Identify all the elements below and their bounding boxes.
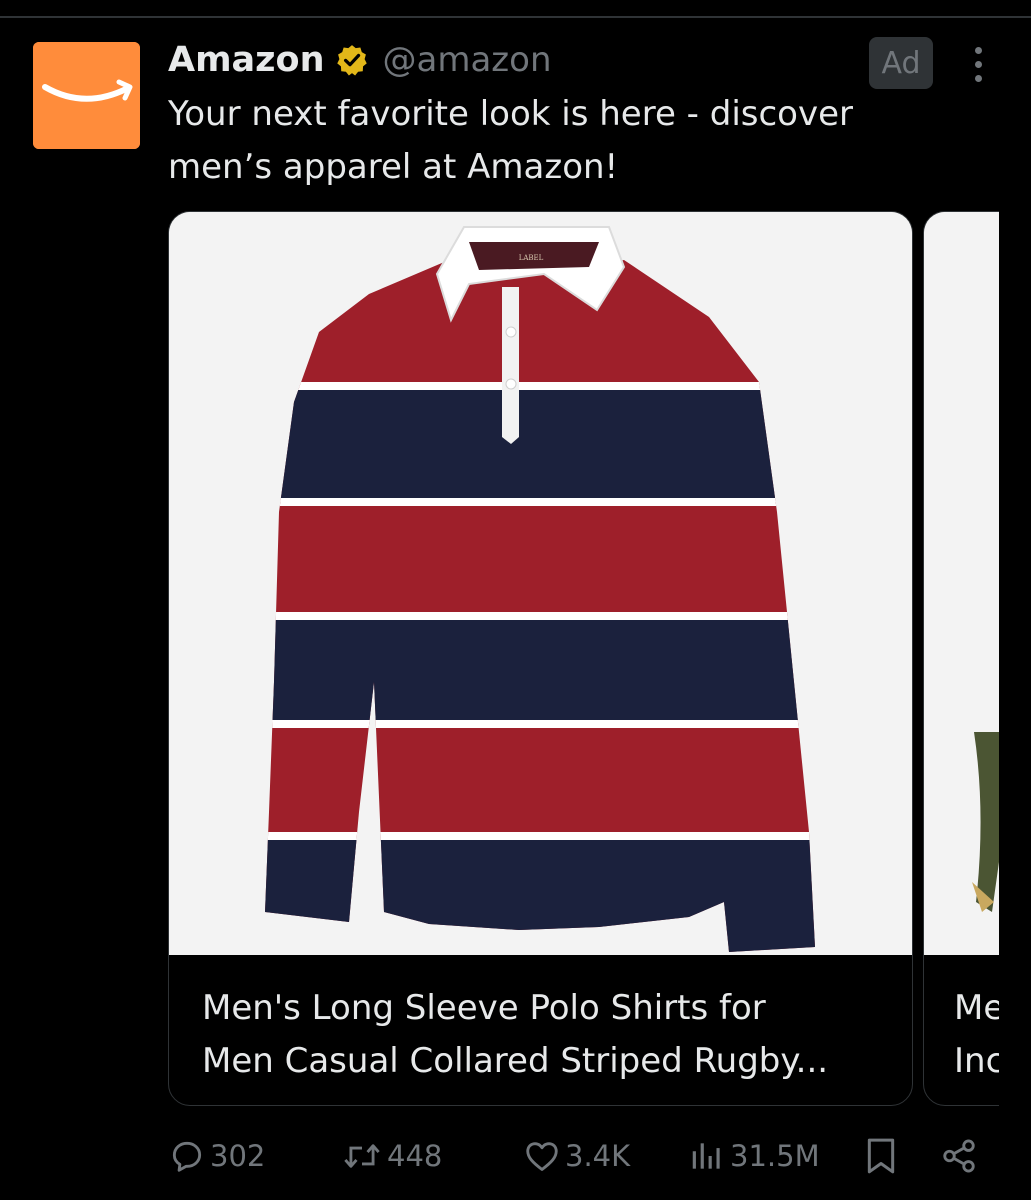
post-header: Amazon @amazon [168, 36, 552, 84]
reply-icon [172, 1141, 202, 1172]
product-card[interactable]: LABEL Men's Long Sleeve Polo Shirts for … [168, 211, 913, 1106]
post-text-line: men’s apparel at Amazon! [168, 147, 619, 187]
post-text: Your next favorite look is here - discov… [168, 88, 968, 194]
like-icon [526, 1142, 558, 1171]
reply-button[interactable]: 302 [168, 1124, 265, 1188]
top-divider [0, 16, 1031, 18]
more-dot-icon [974, 46, 982, 54]
views-icon [692, 1143, 720, 1169]
amazon-smile-logo-icon [33, 42, 140, 149]
product-title-line: Men's Long Sleeve Polo Shirts for [202, 988, 766, 1028]
product-title-line: Men Casual Collared Striped Rugby... [202, 1041, 829, 1081]
svg-text:LABEL: LABEL [519, 254, 544, 262]
like-button[interactable]: 3.4K [523, 1124, 630, 1188]
reply-count: 302 [210, 1139, 266, 1173]
post-actions: 302 448 3.4K 31.5M [0, 1124, 1031, 1188]
post-text-line: Your next favorite look is here - discov… [168, 94, 853, 134]
views-count: 31.5M [730, 1139, 820, 1173]
repost-button[interactable]: 448 [341, 1124, 442, 1188]
views-button[interactable]: 31.5M [688, 1124, 820, 1188]
share-icon [943, 1139, 975, 1173]
striped-polo-shirt-image: LABEL [169, 212, 912, 955]
bookmark-button[interactable] [864, 1124, 898, 1188]
like-count: 3.4K [565, 1139, 631, 1173]
more-dot-icon [974, 74, 982, 82]
verified-badge-icon[interactable] [335, 43, 369, 77]
author-display-name[interactable]: Amazon [168, 40, 325, 80]
carousel-edge [999, 211, 1031, 1106]
more-dot-icon [974, 60, 982, 68]
more-options-button[interactable] [958, 40, 998, 88]
author-handle[interactable]: @amazon [383, 40, 552, 80]
repost-icon [344, 1144, 380, 1168]
product-title[interactable]: Men's Long Sleeve Polo Shirts for Men Ca… [202, 982, 892, 1088]
product-carousel[interactable]: LABEL Men's Long Sleeve Polo Shirts for … [168, 211, 1031, 1106]
bookmark-icon [867, 1138, 895, 1174]
ad-badge: Ad [869, 37, 933, 89]
author-avatar[interactable] [33, 42, 140, 149]
repost-count: 448 [387, 1139, 443, 1173]
product-image-striped-polo[interactable]: LABEL [169, 212, 912, 955]
share-button[interactable] [940, 1124, 978, 1188]
